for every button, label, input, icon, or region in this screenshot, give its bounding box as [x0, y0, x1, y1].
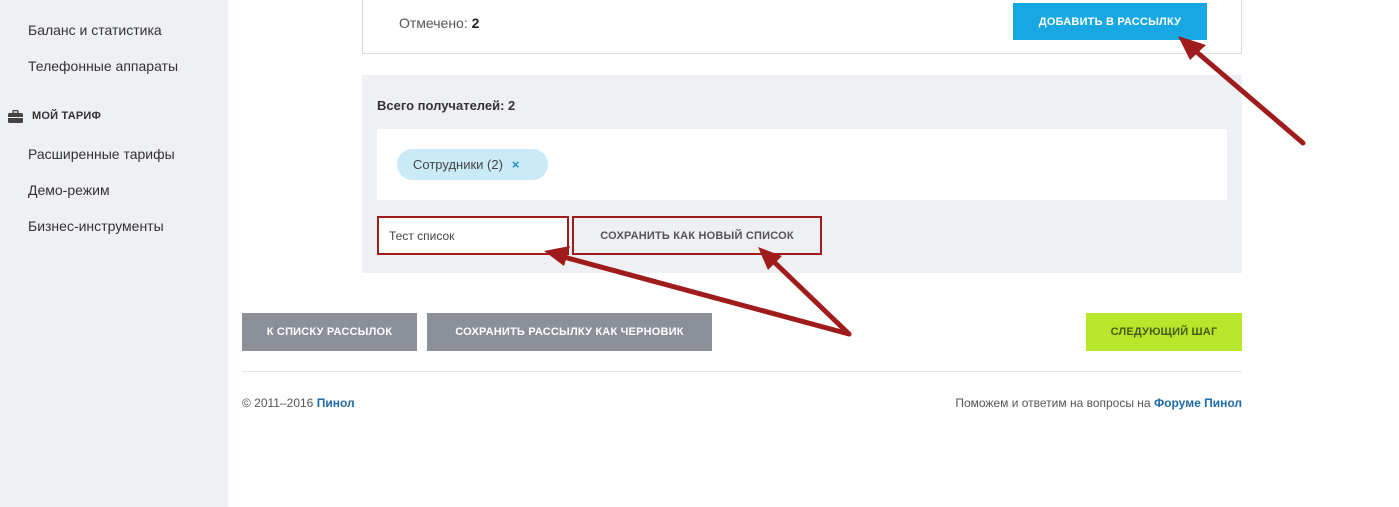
recipients-panel: Всего получателей: 2 Сотрудники (2) × СО… [362, 75, 1242, 273]
briefcase-icon [8, 109, 23, 123]
selection-panel: Отмечено: 2 ДОБАВИТЬ В РАССЫЛКУ [362, 0, 1242, 54]
footer-copyright: © 2011–2016 Пинол [242, 396, 355, 410]
save-as-new-list-button[interactable]: СОХРАНИТЬ КАК НОВЫЙ СПИСОК [572, 216, 822, 255]
total-recipients: Всего получателей: 2 [377, 98, 516, 113]
forum-link[interactable]: Форуме Пинол [1154, 396, 1242, 410]
list-name-input[interactable] [377, 216, 569, 255]
brand-link[interactable]: Пинол [317, 396, 355, 410]
add-to-mailing-button[interactable]: ДОБАВИТЬ В РАССЫЛКУ [1013, 3, 1207, 40]
footer-divider [242, 371, 1242, 372]
footer-help: Поможем и ответим на вопросы на Форуме П… [955, 396, 1242, 410]
copyright-text: © 2011–2016 [242, 396, 317, 410]
next-step-button[interactable]: СЛЕДУЮЩИЙ ШАГ [1086, 313, 1242, 351]
marked-label: Отмечено: [399, 15, 468, 31]
recipient-tag: Сотрудники (2) × [397, 149, 548, 180]
save-draft-button[interactable]: СОХРАНИТЬ РАССЫЛКУ КАК ЧЕРНОВИК [427, 313, 712, 351]
sidebar-section-tariff: МОЙ ТАРИФ [8, 107, 101, 125]
recipient-tag-label: Сотрудники (2) [413, 157, 503, 172]
sidebar-item-extended-tariffs[interactable]: Расширенные тарифы [28, 146, 175, 162]
sidebar-item-business-tools[interactable]: Бизнес-инструменты [28, 218, 164, 234]
sidebar-item-demo-mode[interactable]: Демо-режим [28, 182, 110, 198]
close-icon[interactable]: × [512, 157, 520, 172]
marked-value: 2 [471, 15, 480, 31]
help-text: Поможем и ответим на вопросы на [955, 396, 1154, 410]
marked-count: Отмечено: 2 [399, 15, 479, 31]
sidebar-item-balance[interactable]: Баланс и статистика [28, 22, 162, 38]
recipient-tags-area: Сотрудники (2) × [377, 129, 1227, 200]
sidebar: Баланс и статистика Телефонные аппараты … [0, 0, 228, 507]
sidebar-section-label: МОЙ ТАРИФ [32, 110, 102, 122]
sidebar-item-phones[interactable]: Телефонные аппараты [28, 58, 178, 74]
back-to-mailings-button[interactable]: К СПИСКУ РАССЫЛОК [242, 313, 417, 351]
